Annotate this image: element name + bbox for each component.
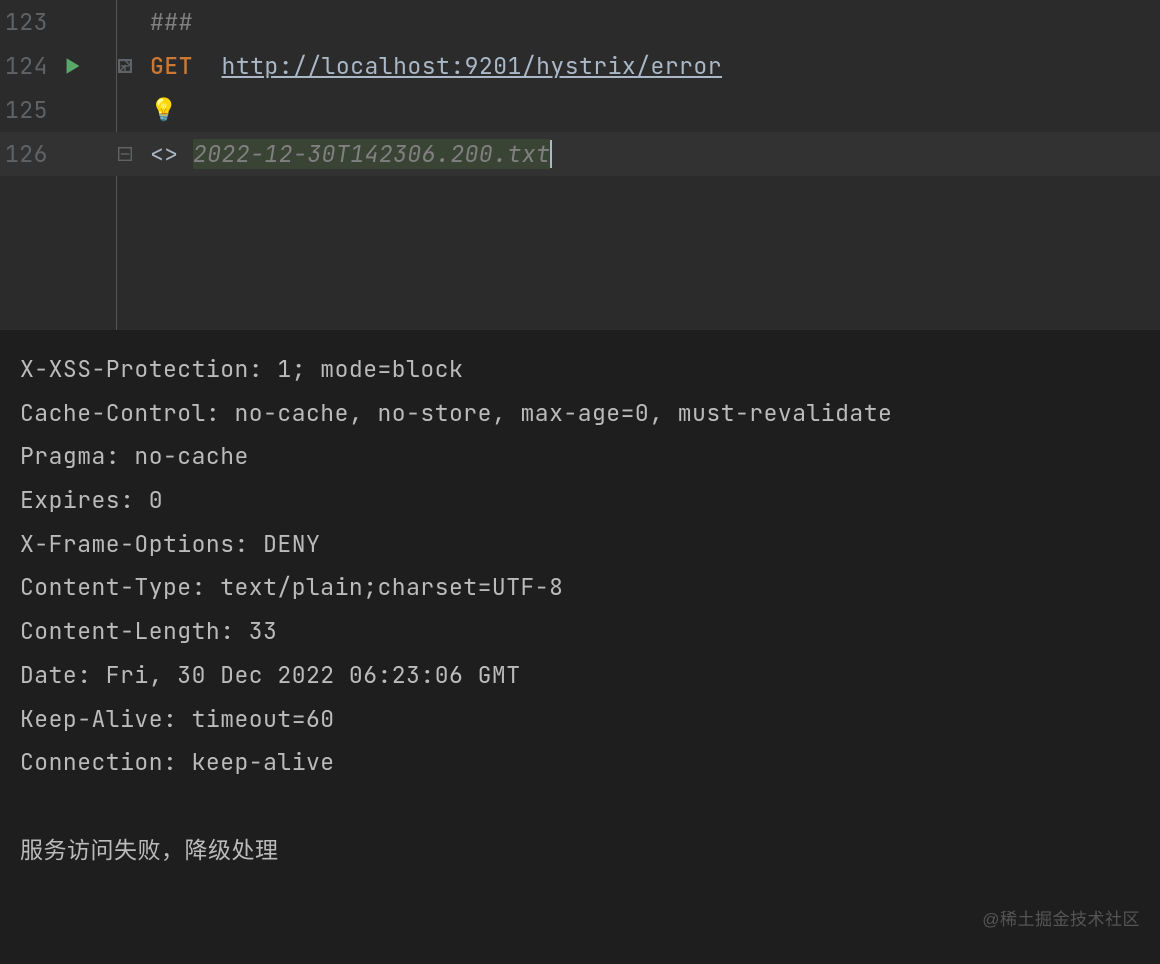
response-header: Pragma: no-cache [20, 435, 1140, 479]
gutter: 126 [0, 139, 115, 169]
run-request-icon[interactable] [53, 57, 93, 75]
response-header: Keep-Alive: timeout=60 [20, 698, 1140, 742]
editor-cursor [550, 140, 552, 168]
response-header: Date: Fri, 30 Dec 2022 06:23:06 GMT [20, 654, 1140, 698]
response-header: X-Frame-Options: DENY [20, 523, 1140, 567]
intention-bulb-icon[interactable]: 💡 [150, 99, 178, 121]
fold-end-icon[interactable] [115, 147, 135, 161]
response-file-link[interactable]: 2022-12-30T142306.200.txt [193, 139, 551, 169]
line-number: 124 [5, 51, 53, 81]
request-url[interactable]: http://localhost:9201/hystrix/error [222, 51, 723, 81]
response-header: Content-Length: 33 [20, 610, 1140, 654]
fold-icon[interactable] [115, 59, 135, 73]
code-line[interactable]: 126 <> 2022-12-30T142306.200.txt [0, 132, 1160, 176]
gutter: 123 [0, 7, 115, 37]
code-line[interactable]: 125 💡 [0, 88, 1160, 132]
line-number: 126 [5, 139, 53, 169]
response-header: Expires: 0 [20, 479, 1140, 523]
gutter: 124 [0, 51, 115, 81]
blank-line [20, 785, 1140, 829]
line-number: 123 [5, 7, 53, 37]
response-header: Content-Type: text/plain;charset=UTF-8 [20, 566, 1140, 610]
response-pane[interactable]: X-XSS-Protection: 1; mode=block Cache-Co… [0, 330, 1160, 964]
response-body: 服务访问失败，降级处理 [20, 829, 1140, 873]
code-content[interactable]: 💡 [135, 88, 178, 132]
line-number: 125 [5, 95, 53, 125]
editor-pane[interactable]: 123 ### 124 GET http://localhost:9201/hy… [0, 0, 1160, 330]
response-header: Connection: keep-alive [20, 741, 1140, 785]
code-line[interactable]: 124 GET http://localhost:9201/hystrix/er… [0, 44, 1160, 88]
gutter: 125 [0, 95, 115, 125]
response-marker: <> [150, 139, 179, 169]
request-separator: ### [150, 7, 193, 37]
http-method: GET [150, 51, 193, 81]
code-line[interactable]: 123 ### [0, 0, 1160, 44]
code-content[interactable]: GET http://localhost:9201/hystrix/error [135, 44, 722, 88]
code-content[interactable]: <> 2022-12-30T142306.200.txt [135, 132, 552, 176]
code-content[interactable]: ### [135, 0, 193, 44]
response-header: X-XSS-Protection: 1; mode=block [20, 348, 1140, 392]
response-header: Cache-Control: no-cache, no-store, max-a… [20, 392, 1140, 436]
watermark: @稀土掘金技术社区 [982, 904, 1140, 936]
